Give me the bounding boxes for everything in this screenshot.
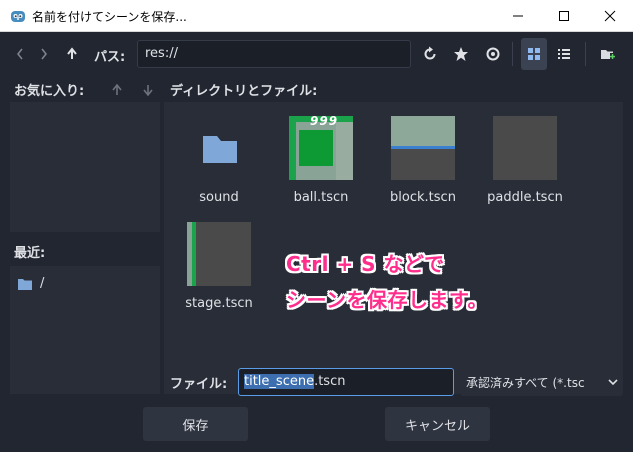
window-title: 名前を付けてシーンを保存... xyxy=(32,10,187,24)
recent-item-label: / xyxy=(40,276,45,291)
close-button[interactable] xyxy=(587,0,633,32)
arrow-down-icon xyxy=(143,85,153,97)
path-toolbar: パス: res:// xyxy=(0,38,633,70)
filename-extension-text: .tscn xyxy=(314,374,346,389)
refresh-icon xyxy=(424,46,436,60)
chevron-down-icon xyxy=(607,377,619,387)
files-label: ディレクトリとファイル: xyxy=(170,84,318,99)
path-label: パス: xyxy=(94,50,126,65)
list-view-button[interactable] xyxy=(551,38,577,70)
chevron-right-icon xyxy=(41,48,48,60)
list-icon xyxy=(558,49,570,59)
arrow-up-icon xyxy=(112,83,122,95)
folder-icon xyxy=(18,278,32,290)
refresh-button[interactable] xyxy=(417,38,443,70)
save-button[interactable]: 保存 xyxy=(143,407,248,441)
recent-list[interactable]: / xyxy=(10,266,160,394)
forward-button[interactable] xyxy=(31,38,57,70)
favorite-button[interactable] xyxy=(448,38,474,70)
file-name: stage.tscn xyxy=(185,296,253,311)
file-item-stage[interactable]: stage.tscn xyxy=(173,216,265,322)
ball-score-text: 999 xyxy=(310,114,339,128)
file-item-block[interactable]: block.tscn xyxy=(377,110,469,216)
favorites-label: お気に入り: xyxy=(14,84,85,99)
filename-input[interactable]: title_scene.tscn xyxy=(238,368,454,396)
file-name: block.tscn xyxy=(390,190,456,205)
grid-view-button[interactable] xyxy=(521,38,547,70)
new-folder-button[interactable] xyxy=(595,38,621,70)
file-item-ball[interactable]: 999 ball.tscn xyxy=(275,110,367,216)
grid-icon xyxy=(528,48,540,60)
chevron-left-icon xyxy=(16,48,23,60)
filename-selected-text: title_scene xyxy=(244,374,315,389)
file-filter-value: 承認済みすべて (*.tsc xyxy=(466,376,585,390)
scene-thumbnail-stage xyxy=(187,222,251,286)
toolbar-divider xyxy=(512,42,513,66)
window-titlebar: 名前を付けてシーンを保存... xyxy=(0,0,633,32)
close-icon xyxy=(604,10,616,22)
eye-icon xyxy=(486,47,500,61)
star-icon xyxy=(454,47,468,61)
favorites-list[interactable] xyxy=(10,102,160,232)
arrow-up-icon xyxy=(67,47,77,59)
godot-logo-icon xyxy=(11,11,25,22)
path-input[interactable]: res:// xyxy=(137,40,411,68)
file-item-paddle[interactable]: paddle.tscn xyxy=(479,110,571,216)
new-folder-icon xyxy=(601,50,615,60)
file-name: sound xyxy=(199,190,239,205)
maximize-icon xyxy=(559,11,569,21)
annotation-line-2: シーンを保存します。 xyxy=(286,288,488,312)
file-item-sound[interactable]: sound xyxy=(173,110,265,216)
toggle-hidden-button[interactable] xyxy=(480,38,506,70)
file-name: ball.tscn xyxy=(293,190,349,205)
scene-thumbnail-block xyxy=(391,116,455,180)
minimize-button[interactable] xyxy=(495,0,541,32)
file-label: ファイル: xyxy=(170,377,228,392)
file-filter-select[interactable]: 承認済みすべて (*.tsc xyxy=(460,368,623,396)
back-button[interactable] xyxy=(7,38,33,70)
recent-label: 最近: xyxy=(14,246,46,261)
recent-item[interactable]: / xyxy=(18,276,44,291)
parent-folder-button[interactable] xyxy=(59,38,85,70)
maximize-button[interactable] xyxy=(541,0,587,32)
minimize-icon xyxy=(513,15,523,17)
file-name: paddle.tscn xyxy=(487,190,563,205)
scene-thumbnail-paddle xyxy=(493,116,557,180)
cancel-button[interactable]: キャンセル xyxy=(385,407,490,441)
folder-icon xyxy=(203,136,237,163)
save-scene-dialog: パス: res:// お気に入り: 最近: / ディレクトリとファイル: sou… xyxy=(0,32,633,452)
toolbar-divider xyxy=(585,42,586,66)
annotation-line-1: Ctrl + S などで xyxy=(286,252,445,276)
